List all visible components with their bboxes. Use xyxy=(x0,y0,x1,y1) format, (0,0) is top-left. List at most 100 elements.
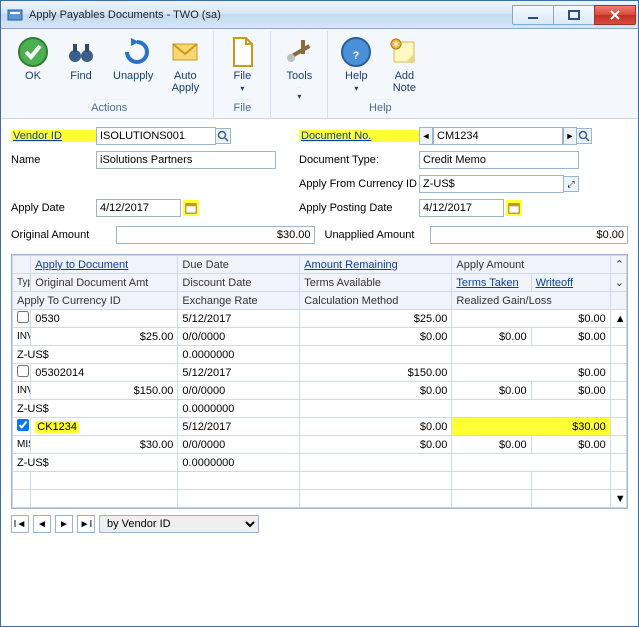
vendor-id-input[interactable] xyxy=(96,127,216,145)
amount-remaining-cell[interactable]: $25.00 xyxy=(300,310,452,328)
currency-cell[interactable]: Z-US$ xyxy=(13,346,178,364)
apply-amount-cell[interactable]: $30.00 xyxy=(452,418,610,436)
doc-cell[interactable]: 05302014 xyxy=(31,364,178,382)
auto-apply-button[interactable]: Auto Apply xyxy=(162,32,208,98)
type-cell[interactable]: MIS xyxy=(13,436,31,454)
grid-row-line1[interactable]: 05305/12/2017$25.00$0.00▲ xyxy=(13,310,627,328)
grid-row-line2[interactable]: INV$25.000/0/0000$0.00$0.00$0.00 xyxy=(13,328,627,346)
apply-posting-date-input[interactable] xyxy=(419,199,504,217)
gain-loss-cell[interactable] xyxy=(452,454,610,472)
gain-loss-cell[interactable] xyxy=(452,400,610,418)
grid-row-line1[interactable]: CK12345/12/2017$0.00$30.00 xyxy=(13,418,627,436)
grid-row-line3[interactable]: Z-US$0.0000000 xyxy=(13,346,627,364)
type-cell[interactable]: INV xyxy=(13,328,31,346)
apply-checkbox-cell[interactable] xyxy=(13,364,31,382)
terms-available-cell[interactable]: $0.00 xyxy=(300,328,452,346)
writeoff-cell[interactable]: $0.00 xyxy=(531,328,610,346)
document-lookup-button[interactable] xyxy=(576,128,592,144)
vendor-id-label[interactable]: Vendor ID xyxy=(11,130,96,142)
terms-taken-cell[interactable]: $0.00 xyxy=(452,328,531,346)
exchange-rate-cell[interactable]: 0.0000000 xyxy=(178,346,300,364)
col-amount-remaining[interactable]: Amount Remaining xyxy=(300,256,452,274)
currency-cell[interactable]: Z-US$ xyxy=(13,400,178,418)
ok-button[interactable]: OK xyxy=(10,32,56,98)
discount-date-cell[interactable]: 0/0/0000 xyxy=(178,382,300,400)
nav-next-button[interactable]: ► xyxy=(55,515,73,533)
grid-row-line3[interactable]: Z-US$0.0000000 xyxy=(13,454,627,472)
grid-row-line2[interactable]: INV$150.000/0/0000$0.00$0.00$0.00 xyxy=(13,382,627,400)
apply-checkbox-cell[interactable] xyxy=(13,310,31,328)
add-note-button[interactable]: ✶ Add Note xyxy=(381,32,427,98)
terms-available-cell[interactable]: $0.00 xyxy=(300,382,452,400)
grid-collapse-button[interactable]: ⌃ xyxy=(610,256,626,274)
currency-cell[interactable]: Z-US$ xyxy=(13,454,178,472)
nav-first-button[interactable]: I◄ xyxy=(11,515,29,533)
amount-remaining-cell[interactable]: $150.00 xyxy=(300,364,452,382)
apply-from-currency-field[interactable] xyxy=(419,175,564,193)
terms-taken-cell[interactable]: $0.00 xyxy=(452,382,531,400)
writeoff-cell[interactable]: $0.00 xyxy=(531,382,610,400)
doc-next-button[interactable]: ► xyxy=(563,127,577,145)
due-date-cell[interactable]: 5/12/2017 xyxy=(178,364,300,382)
doc-prev-button[interactable]: ◄ xyxy=(419,127,433,145)
scrollbar[interactable] xyxy=(610,364,626,382)
apply-checkbox[interactable] xyxy=(17,365,29,377)
gain-loss-cell[interactable] xyxy=(452,346,610,364)
nav-prev-button[interactable]: ◄ xyxy=(33,515,51,533)
grid-expand-button[interactable]: ⌄ xyxy=(610,274,626,292)
document-no-input[interactable] xyxy=(433,127,563,145)
col-writeoff[interactable]: Writeoff xyxy=(531,274,610,292)
apply-date-input[interactable] xyxy=(96,199,181,217)
close-button[interactable] xyxy=(594,5,636,25)
col-realized-gain-loss[interactable]: Realized Gain/Loss xyxy=(452,292,610,310)
scrollbar[interactable]: ▲ xyxy=(610,310,626,328)
find-button[interactable]: Find xyxy=(58,32,104,98)
type-cell[interactable]: INV xyxy=(13,382,31,400)
grid-row-line2[interactable]: MIS$30.000/0/0000$0.00$0.00$0.00 xyxy=(13,436,627,454)
due-date-cell[interactable]: 5/12/2017 xyxy=(178,310,300,328)
file-button[interactable]: File▾ xyxy=(219,32,265,98)
original-amt-cell[interactable]: $25.00 xyxy=(31,328,178,346)
due-date-cell[interactable]: 5/12/2017 xyxy=(178,418,300,436)
calendar-icon[interactable] xyxy=(183,200,199,216)
col-original-document-amt[interactable]: Original Document Amt xyxy=(31,274,178,292)
apply-checkbox[interactable] xyxy=(17,419,29,431)
calc-method-cell[interactable] xyxy=(300,346,452,364)
col-terms-available[interactable]: Terms Available xyxy=(300,274,452,292)
doc-cell[interactable]: CK1234 xyxy=(31,418,178,436)
original-amt-cell[interactable]: $150.00 xyxy=(31,382,178,400)
exchange-rate-cell[interactable]: 0.0000000 xyxy=(178,454,300,472)
col-discount-date[interactable]: Discount Date xyxy=(178,274,300,292)
original-amt-cell[interactable]: $30.00 xyxy=(31,436,178,454)
nav-last-button[interactable]: ►I xyxy=(77,515,95,533)
unapply-button[interactable]: Unapply xyxy=(106,32,160,98)
apply-amount-cell[interactable]: $0.00 xyxy=(452,310,610,328)
discount-date-cell[interactable]: 0/0/0000 xyxy=(178,328,300,346)
grid-row-line3[interactable]: Z-US$0.0000000 xyxy=(13,400,627,418)
help-button[interactable]: ? Help▾ xyxy=(333,32,379,98)
currency-expand-button[interactable]: ⤢ xyxy=(563,176,579,192)
sort-by-select[interactable]: by Vendor ID xyxy=(99,515,259,533)
terms-taken-cell[interactable]: $0.00 xyxy=(452,436,531,454)
discount-date-cell[interactable]: 0/0/0000 xyxy=(178,436,300,454)
doc-cell[interactable]: 0530 xyxy=(31,310,178,328)
amount-remaining-cell[interactable]: $0.00 xyxy=(300,418,452,436)
col-apply-to-document[interactable]: Apply to Document xyxy=(31,256,178,274)
col-due-date[interactable]: Due Date xyxy=(178,256,300,274)
col-terms-taken[interactable]: Terms Taken xyxy=(452,274,531,292)
exchange-rate-cell[interactable]: 0.0000000 xyxy=(178,400,300,418)
calc-method-cell[interactable] xyxy=(300,400,452,418)
col-calculation-method[interactable]: Calculation Method xyxy=(300,292,452,310)
col-apply-amount[interactable]: Apply Amount xyxy=(452,256,610,274)
terms-available-cell[interactable]: $0.00 xyxy=(300,436,452,454)
writeoff-cell[interactable]: $0.00 xyxy=(531,436,610,454)
vendor-lookup-button[interactable] xyxy=(215,128,231,144)
apply-amount-cell[interactable]: $0.00 xyxy=(452,364,610,382)
calc-method-cell[interactable] xyxy=(300,454,452,472)
grid-row-line1[interactable]: 053020145/12/2017$150.00$0.00 xyxy=(13,364,627,382)
maximize-button[interactable] xyxy=(553,5,595,25)
apply-checkbox-cell[interactable] xyxy=(13,418,31,436)
scrollbar[interactable] xyxy=(610,418,626,436)
document-no-label[interactable]: Document No. xyxy=(299,130,419,142)
calendar-icon[interactable] xyxy=(506,200,522,216)
